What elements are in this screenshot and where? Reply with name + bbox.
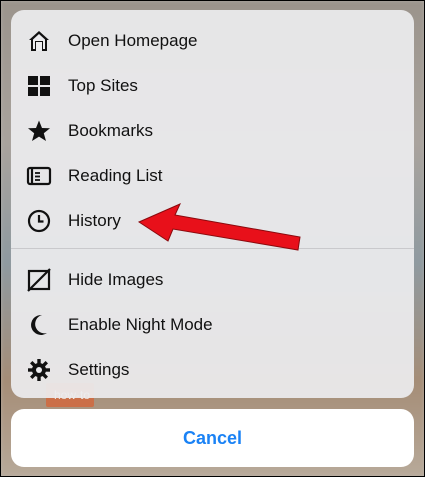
menu-item-label: Hide Images xyxy=(68,269,164,289)
action-sheet-menu: Open Homepage Top Sites Bookmarks Readin… xyxy=(11,10,414,398)
menu-item-reading-list[interactable]: Reading List xyxy=(11,153,414,198)
star-icon xyxy=(26,118,52,144)
gear-icon xyxy=(26,357,52,383)
menu-item-bookmarks[interactable]: Bookmarks xyxy=(11,108,414,153)
menu-item-hide-images[interactable]: Hide Images xyxy=(11,257,414,302)
book-icon xyxy=(26,163,52,189)
clock-icon xyxy=(26,208,52,234)
menu-item-history[interactable]: History xyxy=(11,198,414,243)
menu-item-label: Enable Night Mode xyxy=(68,314,213,334)
cancel-button[interactable]: Cancel xyxy=(11,409,414,467)
menu-item-open-homepage[interactable]: Open Homepage xyxy=(11,18,414,63)
grid-icon xyxy=(26,73,52,99)
menu-item-enable-night-mode[interactable]: Enable Night Mode xyxy=(11,302,414,347)
no-image-icon xyxy=(26,267,52,293)
menu-item-top-sites[interactable]: Top Sites xyxy=(11,63,414,108)
menu-item-label: Settings xyxy=(68,359,130,379)
home-icon xyxy=(26,28,52,54)
menu-item-label: Bookmarks xyxy=(68,120,154,140)
menu-item-settings[interactable]: Settings xyxy=(11,347,414,392)
menu-item-label: History xyxy=(68,210,121,230)
menu-item-label: Top Sites xyxy=(68,75,138,95)
moon-icon xyxy=(26,312,52,338)
menu-item-label: Open Homepage xyxy=(68,30,198,50)
menu-item-label: Reading List xyxy=(68,165,163,185)
menu-divider xyxy=(11,248,414,249)
